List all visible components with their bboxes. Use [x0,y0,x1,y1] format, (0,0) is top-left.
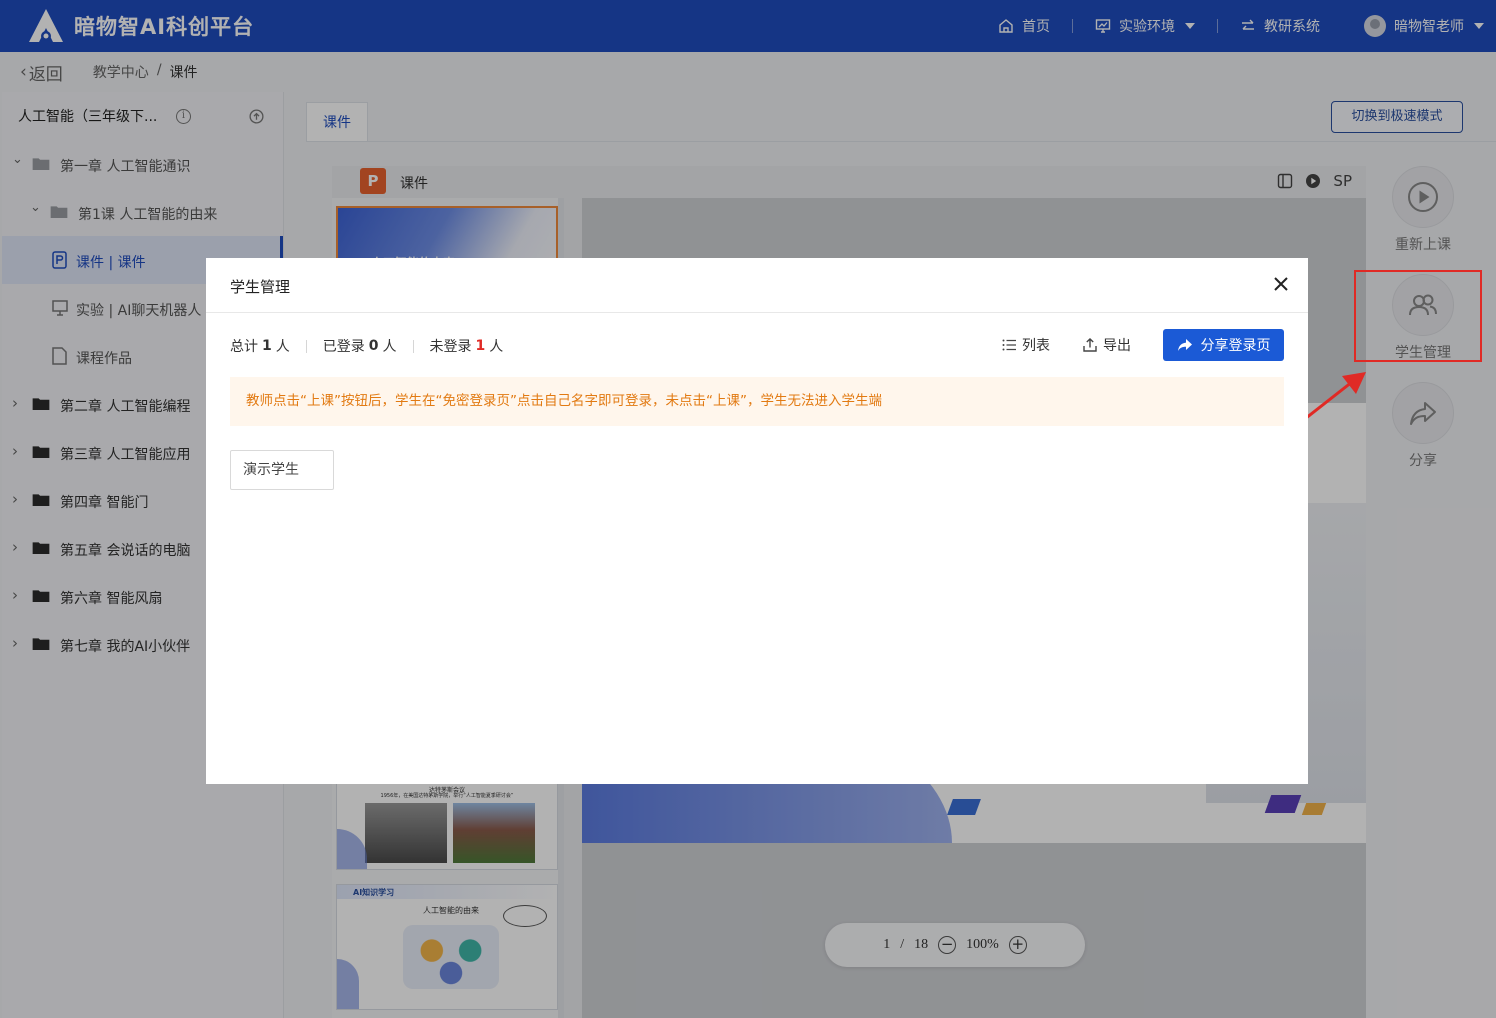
dialog-actions: 列表 导出 分享登录页 [1001,329,1284,361]
login-stats: 总计 1 人 已登录 0 人 未登录 1 人 [230,336,503,356]
share-login-page-button[interactable]: 分享登录页 [1163,329,1284,361]
stat-divider [305,339,307,353]
stat-unit: 人 [489,339,504,355]
export-button[interactable]: 导出 [1082,335,1131,355]
stat-unit: 人 [382,339,397,355]
dialog-header: 学生管理 [206,258,1308,313]
student-card[interactable]: 演示学生 [230,450,334,490]
list-icon [1002,339,1016,351]
stat-total-label: 总计 [230,339,258,355]
stat-unlogged-value: 1 [475,338,486,354]
list-view-button[interactable]: 列表 [1001,335,1050,355]
stat-divider [412,339,414,353]
stat-logged-value: 0 [368,338,379,354]
dialog-title: 学生管理 [230,278,291,296]
stat-total-value: 1 [262,338,272,354]
stat-unlogged-label: 未登录 [429,339,472,355]
share-login-page-label: 分享登录页 [1200,338,1271,354]
notice-banner: 教师点击“上课”按钮后，学生在“免密登录页”点击自己名字即可登录，未点击“上课”… [230,377,1284,426]
share-arrow-icon [1177,339,1192,351]
student-management-dialog: 学生管理 总计 1 人 已登录 0 人 未登录 1 人 列表 导出 分享登录页 … [206,258,1308,784]
export-label: 导出 [1103,338,1131,354]
stat-unit: 人 [275,339,290,355]
annotation-highlight-box [1354,270,1482,362]
close-icon[interactable] [1272,275,1290,293]
stat-logged-label: 已登录 [322,339,365,355]
upload-icon [1083,338,1097,352]
list-view-label: 列表 [1022,338,1050,354]
